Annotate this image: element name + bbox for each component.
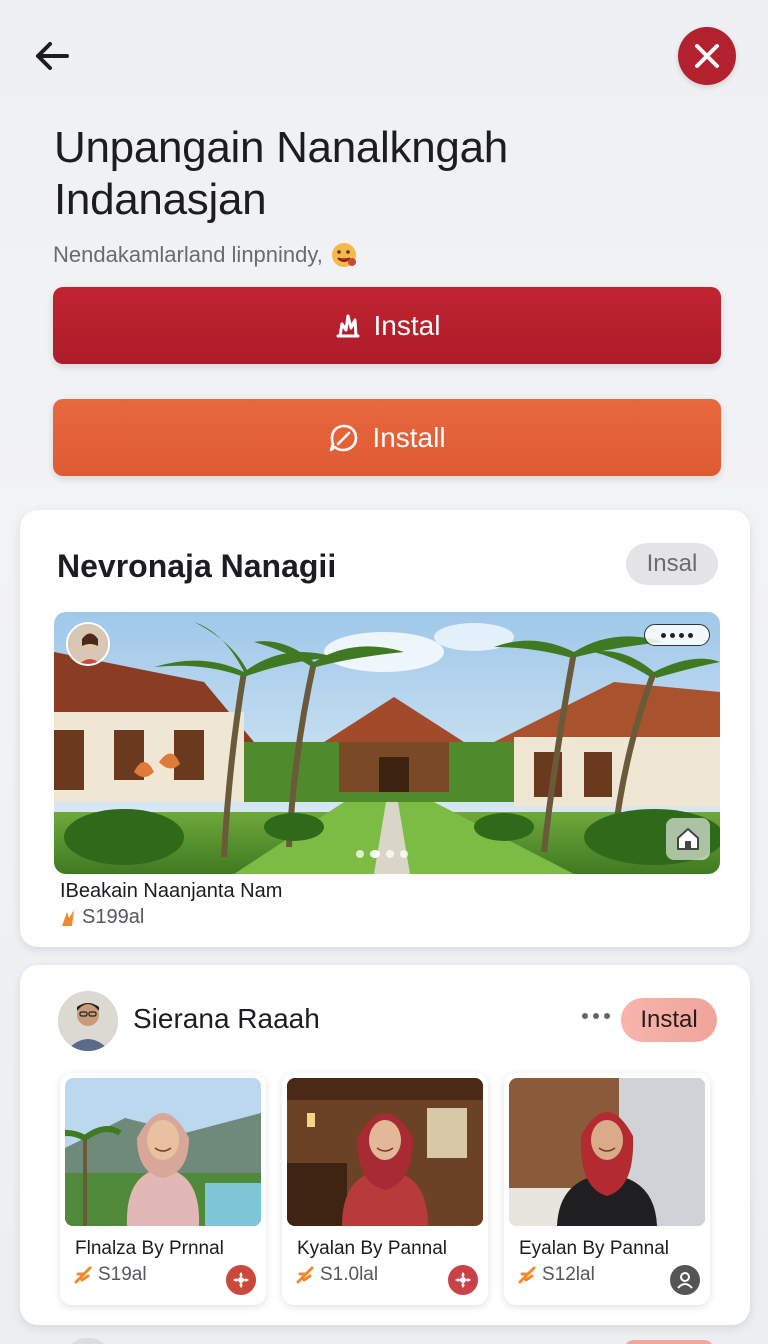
- next-card-pill-peek: [624, 1340, 714, 1344]
- carousel-dot[interactable]: [386, 850, 394, 858]
- flower-icon: [455, 1272, 471, 1288]
- more-dot: [688, 632, 693, 638]
- woman-hijab-portrait: [287, 1078, 483, 1226]
- product-badge[interactable]: [224, 1263, 258, 1297]
- seller-install-pill[interactable]: Instal: [621, 998, 717, 1042]
- product-price: S12lal: [518, 1264, 595, 1286]
- seller-name: Sierana Raaah: [133, 1003, 320, 1034]
- leaf-chat-icon: [330, 424, 358, 451]
- top-bar: [0, 0, 768, 112]
- subtitle-text: Nendakamlarland linpnindy,: [53, 242, 323, 267]
- install-secondary-button[interactable]: Install: [53, 399, 721, 476]
- product-name: Flnalza By Prnnal: [75, 1238, 224, 1259]
- product-badge[interactable]: [446, 1263, 480, 1297]
- product-name: Eyalan By Pannal: [519, 1238, 669, 1259]
- carousel-dot[interactable]: [400, 850, 408, 858]
- featured-title: Nevronaja Nanagii: [57, 548, 337, 584]
- product-badge[interactable]: [668, 1263, 702, 1297]
- product-list: Flnalza By Prnnal S19al Kyalan By Pannal…: [60, 1073, 710, 1305]
- more-dot: [604, 1013, 610, 1019]
- featured-price-text: S199al: [82, 906, 145, 928]
- product-price: S19al: [74, 1264, 147, 1286]
- product-thumbnail: [287, 1078, 483, 1226]
- featured-install-pill[interactable]: Insal: [626, 543, 718, 585]
- flame-icon: [296, 1266, 314, 1284]
- more-dot: [661, 632, 666, 638]
- product-price-text: S1.0lal: [320, 1264, 379, 1285]
- flame-icon: [74, 1266, 92, 1284]
- product-name: Kyalan By Pannal: [297, 1238, 447, 1259]
- smiling-face-emoji-icon: [331, 243, 356, 267]
- page-title: Unpangain Nanalkngah Indanasjan: [54, 123, 508, 224]
- carousel-dot-active[interactable]: [370, 850, 380, 858]
- tropical-villa-illustration: [54, 612, 720, 874]
- more-dot: [679, 632, 684, 638]
- install-primary-button[interactable]: Instal: [53, 287, 721, 364]
- flame-icon: [518, 1266, 536, 1284]
- seller-avatar[interactable]: [58, 991, 118, 1051]
- featured-hero-image[interactable]: [54, 612, 720, 874]
- back-button[interactable]: [30, 34, 74, 78]
- product-price: S1.0lal: [296, 1264, 378, 1286]
- featured-price: S199al: [60, 906, 144, 929]
- hero-avatar[interactable]: [66, 622, 110, 666]
- home-icon: [677, 828, 699, 850]
- product-card[interactable]: Eyalan By Pannal S12lal: [504, 1073, 710, 1305]
- featured-caption: IBeakain Naanjanta Nam: [60, 880, 283, 902]
- seller-card: Sierana Raaah Instal Flnalza By Prnnal S…: [20, 965, 750, 1325]
- featured-card: Nevronaja Nanagii Insal IBeakain Naanjan…: [20, 510, 750, 947]
- more-dot: [582, 1013, 588, 1019]
- product-thumbnail: [509, 1078, 705, 1226]
- carousel-dots: [356, 850, 408, 858]
- close-icon: [695, 44, 719, 68]
- woman-hijab-portrait: [509, 1078, 705, 1226]
- install-secondary-label: Install: [372, 421, 446, 453]
- hero-home-button[interactable]: [666, 818, 710, 860]
- person-avatar-icon: [58, 991, 118, 1051]
- page-subtitle: Nendakamlarland linpnindy,: [53, 240, 359, 270]
- product-price-text: S19al: [98, 1264, 147, 1285]
- arrow-left-icon: [36, 42, 69, 70]
- flame-icon: [62, 909, 74, 926]
- flower-icon: [233, 1272, 249, 1288]
- install-primary-label: Instal: [373, 309, 441, 341]
- hand-wave-icon: [336, 314, 360, 337]
- close-button[interactable]: [678, 27, 736, 85]
- carousel-dot[interactable]: [356, 850, 364, 858]
- hero-more-button[interactable]: [644, 624, 710, 646]
- next-card-avatar-peek: [66, 1338, 110, 1344]
- seller-more-button[interactable]: [582, 1013, 610, 1019]
- product-card[interactable]: Kyalan By Pannal S1.0lal: [282, 1073, 488, 1305]
- woman-hijab-portrait: [65, 1078, 261, 1226]
- product-price-text: S12lal: [542, 1264, 595, 1285]
- product-thumbnail: [65, 1078, 261, 1226]
- more-dot: [593, 1013, 599, 1019]
- user-circle-icon: [677, 1272, 693, 1289]
- more-dot: [670, 632, 675, 638]
- product-card[interactable]: Flnalza By Prnnal S19al: [60, 1073, 266, 1305]
